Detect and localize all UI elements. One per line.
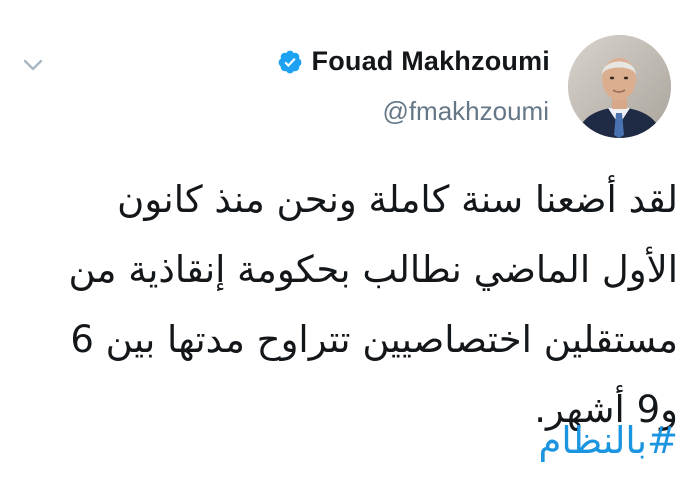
avatar-photo bbox=[568, 35, 671, 138]
tweet-card: Fouad Makhzoumi @fmakhzoumi لقد أضعنا سن… bbox=[0, 0, 700, 477]
author-name-row[interactable]: Fouad Makhzoumi bbox=[277, 46, 551, 77]
author-handle[interactable]: @fmakhzoumi bbox=[382, 96, 549, 127]
tweet-text: لقد أضعنا سنة كاملة ونحن منذ كانون الأول… bbox=[68, 178, 679, 431]
avatar[interactable] bbox=[568, 35, 671, 138]
verified-badge-icon bbox=[278, 50, 301, 73]
chevron-down-icon[interactable] bbox=[20, 52, 46, 78]
author-display-name: Fouad Makhzoumi bbox=[311, 46, 550, 76]
hashtag-link[interactable]: #بالنظام bbox=[30, 411, 678, 471]
